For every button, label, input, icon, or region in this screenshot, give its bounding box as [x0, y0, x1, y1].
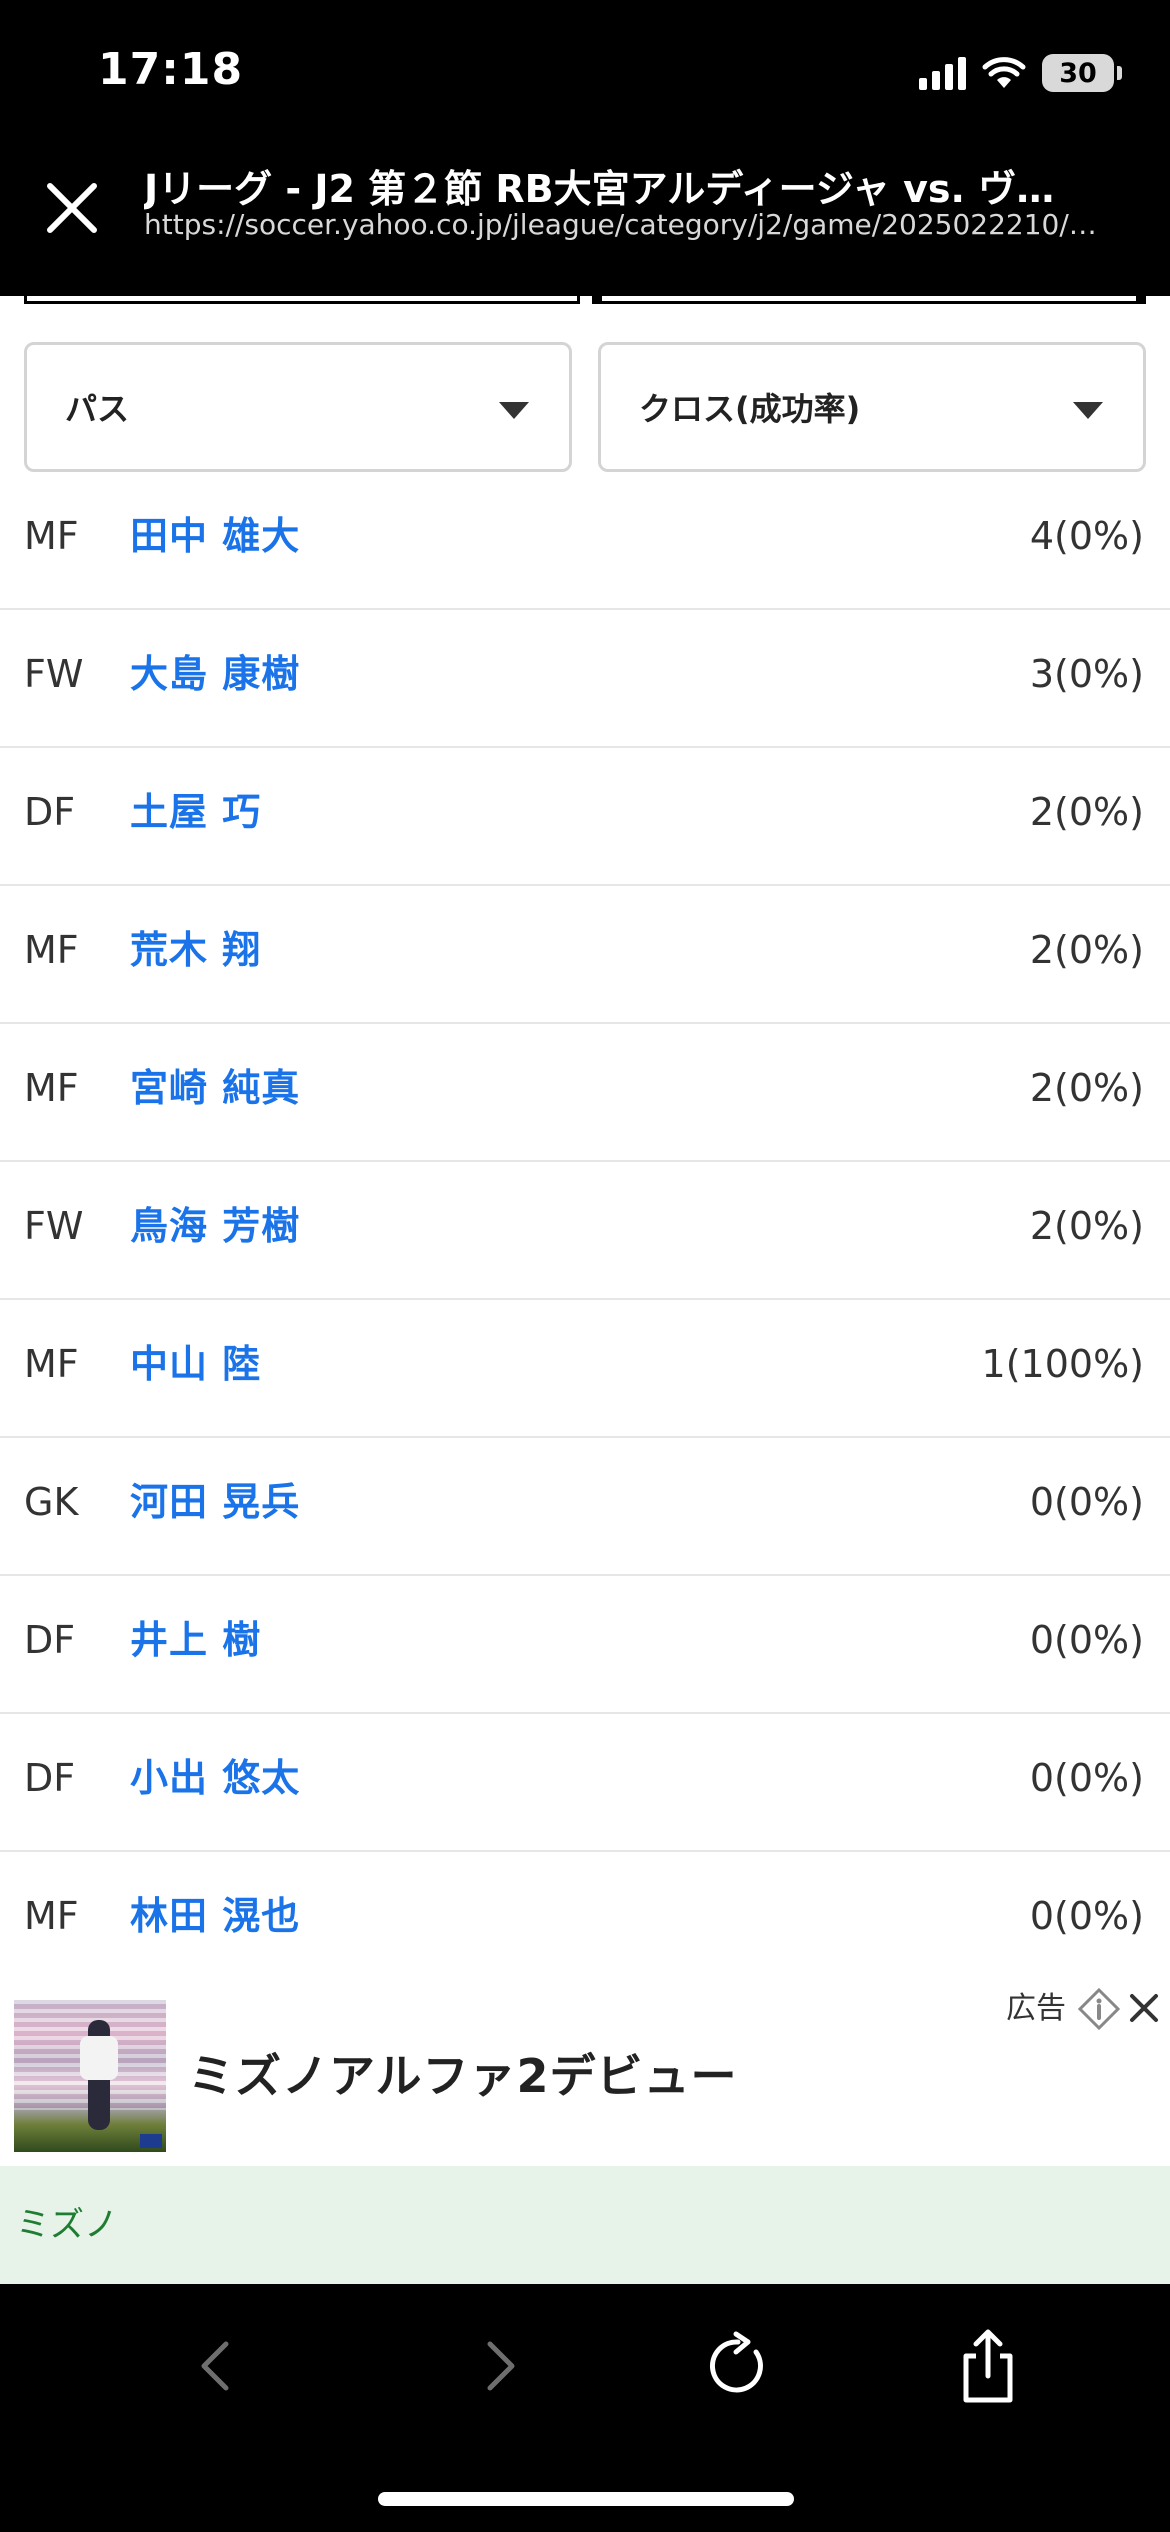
team-tabs — [24, 296, 1146, 304]
close-icon[interactable] — [1124, 1988, 1164, 2028]
player-stat-value: 2(0%) — [1029, 790, 1144, 834]
table-row: GK 河田 晃兵 0(0%) — [0, 1438, 1170, 1576]
player-stat-value: 3(0%) — [1029, 652, 1144, 696]
browser-toolbar — [0, 2284, 1170, 2532]
home-indicator[interactable] — [378, 2492, 794, 2506]
browser-header: Jリーグ - J2 第２節 RB大宮アルディージャ vs. ヴ… https:/… — [0, 136, 1170, 296]
player-stat-value: 2(0%) — [1029, 1066, 1144, 1110]
player-name-link[interactable]: 中山 陸 — [130, 1300, 261, 1428]
table-row: MF 中山 陸 1(100%) — [0, 1300, 1170, 1438]
player-stat-value: 0(0%) — [1029, 1756, 1144, 1800]
player-stat-value: 2(0%) — [1029, 1204, 1144, 1248]
player-stats-list: MF 田中 雄大 4(0%) FW 大島 康樹 3(0%) DF 土屋 巧 2(… — [0, 472, 1170, 1984]
category-select-value: パス — [65, 390, 130, 428]
table-row: FW 鳥海 芳樹 2(0%) — [0, 1162, 1170, 1300]
chevron-left-icon[interactable] — [178, 2326, 258, 2406]
ad-label: 広告 — [1006, 1991, 1066, 2026]
table-row: DF 井上 樹 0(0%) — [0, 1576, 1170, 1714]
battery-icon: 30 — [1042, 54, 1122, 92]
metric-select-value: クロス(成功率) — [639, 390, 861, 428]
player-stat-value: 0(0%) — [1029, 1894, 1144, 1938]
table-row: MF 林田 滉也 0(0%) — [0, 1852, 1170, 1984]
ad-advertiser[interactable]: ミズノ — [0, 2166, 1170, 2284]
table-row: MF 田中 雄大 4(0%) — [0, 472, 1170, 610]
table-row: FW 大島 康樹 3(0%) — [0, 610, 1170, 748]
main-content[interactable]: パス クロス(成功率) MF 田中 雄大 4(0%) FW 大島 康樹 3(0%… — [0, 296, 1170, 1984]
table-row: DF 土屋 巧 2(0%) — [0, 748, 1170, 886]
reload-icon[interactable] — [700, 2326, 780, 2406]
player-name-link[interactable]: 荒木 翔 — [130, 886, 261, 1014]
player-position: DF — [24, 790, 76, 834]
table-row: DF 小出 悠太 0(0%) — [0, 1714, 1170, 1852]
share-icon[interactable] — [948, 2326, 1028, 2406]
player-position: MF — [24, 1342, 79, 1386]
adchoices-icon[interactable] — [1078, 1988, 1120, 2030]
cellular-signal-icon — [919, 56, 966, 90]
player-position: DF — [24, 1618, 76, 1662]
close-icon[interactable] — [44, 180, 100, 236]
player-position: DF — [24, 1756, 76, 1800]
player-name-link[interactable]: 林田 滉也 — [130, 1852, 300, 1980]
player-position: MF — [24, 928, 79, 972]
player-position: MF — [24, 1066, 79, 1110]
chevron-right-icon[interactable] — [458, 2326, 538, 2406]
table-row: MF 宮崎 純真 2(0%) — [0, 1024, 1170, 1162]
ad-banner[interactable]: ミズノアルファ2デビュー 広告 ミズノ — [0, 1984, 1170, 2284]
category-select[interactable]: パス — [24, 342, 572, 472]
player-stat-value: 4(0%) — [1029, 514, 1144, 558]
team-tab-home[interactable] — [24, 296, 580, 304]
player-name-link[interactable]: 小出 悠太 — [130, 1714, 300, 1842]
player-position: FW — [24, 652, 84, 696]
player-name-link[interactable]: 鳥海 芳樹 — [130, 1162, 300, 1290]
filter-dropdowns: パス クロス(成功率) — [24, 342, 1146, 472]
player-position: MF — [24, 1894, 79, 1938]
chevron-down-icon — [499, 402, 529, 419]
metric-select[interactable]: クロス(成功率) — [598, 342, 1146, 472]
ad-headline[interactable]: ミズノアルファ2デビュー — [188, 2040, 738, 2106]
wifi-icon — [982, 57, 1026, 88]
ad-thumbnail[interactable] — [14, 2000, 166, 2152]
player-name-link[interactable]: 大島 康樹 — [130, 610, 300, 738]
player-name-link[interactable]: 井上 樹 — [130, 1576, 261, 1704]
table-row: MF 荒木 翔 2(0%) — [0, 886, 1170, 1024]
player-stat-value: 0(0%) — [1029, 1480, 1144, 1524]
player-position: GK — [24, 1480, 79, 1524]
ad-main[interactable]: ミズノアルファ2デビュー 広告 — [0, 1984, 1170, 2166]
player-stat-value: 0(0%) — [1029, 1618, 1144, 1662]
player-stat-value: 2(0%) — [1029, 928, 1144, 972]
player-position: FW — [24, 1204, 84, 1248]
page-title: Jリーグ - J2 第２節 RB大宮アルディージャ vs. ヴ… — [144, 167, 1055, 211]
brand-logo-icon — [140, 2134, 162, 2148]
player-position: MF — [24, 514, 79, 558]
status-bar: 17:18 30 — [0, 0, 1170, 136]
player-name-link[interactable]: 河田 晃兵 — [130, 1438, 300, 1566]
player-stat-value: 1(100%) — [981, 1342, 1144, 1386]
player-name-link[interactable]: 宮崎 純真 — [130, 1024, 300, 1152]
status-time: 17:18 — [98, 44, 244, 95]
chevron-down-icon — [1073, 402, 1103, 419]
screen: 17:18 30 Jリーグ - J2 第２節 RB大宮アルディージャ vs. ヴ… — [0, 0, 1170, 2532]
page-url: https://soccer.yahoo.co.jp/jleague/categ… — [144, 208, 1097, 241]
player-name-link[interactable]: 土屋 巧 — [130, 748, 261, 876]
status-icons: 30 — [919, 50, 1122, 96]
team-tab-away[interactable] — [592, 296, 1146, 304]
player-name-link[interactable]: 田中 雄大 — [130, 472, 300, 600]
